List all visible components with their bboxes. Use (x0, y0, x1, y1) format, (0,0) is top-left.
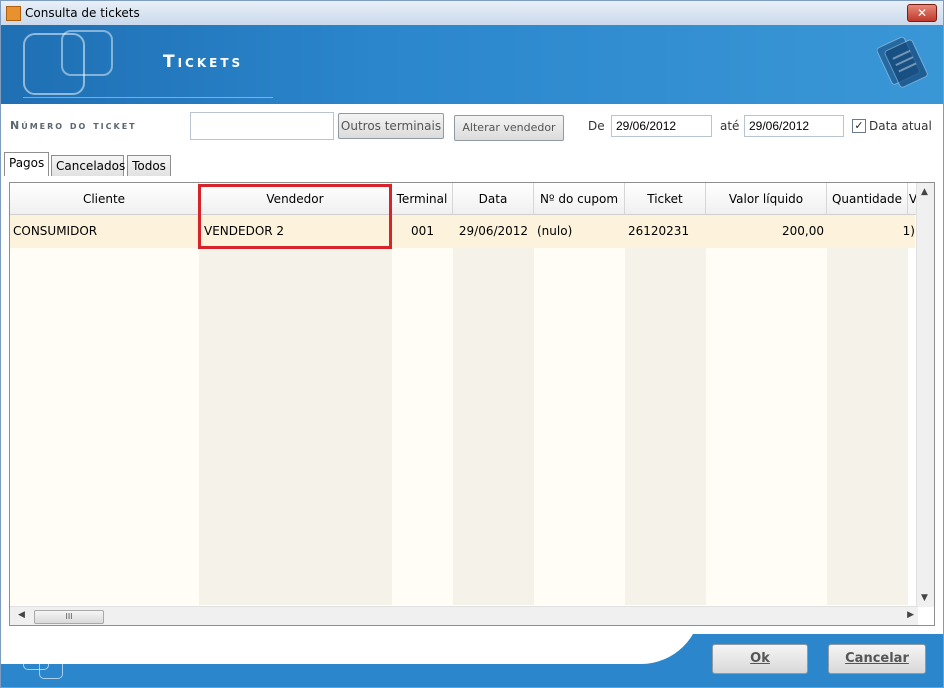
cell-cupom: (nulo) (537, 224, 573, 238)
cell-ticket: 26120231 (628, 224, 690, 238)
column-header-cupom[interactable]: Nº do cupom (534, 183, 625, 215)
other-terminals-button[interactable]: Outros terminais (338, 113, 444, 139)
close-button[interactable]: ✕ (907, 4, 937, 22)
date-from-input[interactable] (611, 115, 712, 137)
ok-button[interactable]: Ok (712, 644, 808, 674)
column-header-terminal[interactable]: Terminal (392, 183, 453, 215)
horizontal-scrollbar[interactable]: ◀ III ▶ (10, 606, 918, 625)
scroll-left-icon[interactable]: ◀ (18, 610, 25, 620)
tab-todos-label: Todos (132, 159, 166, 173)
ticket-number-input[interactable] (190, 112, 334, 140)
column-bg (10, 215, 199, 605)
documents-icon (877, 36, 928, 88)
cell-data: 29/06/2012 (458, 224, 529, 238)
header-banner: Tickets (1, 25, 943, 104)
cell-terminal: 001 (411, 224, 434, 238)
column-header-cliente[interactable]: Cliente (10, 183, 199, 215)
column-header-ticket[interactable]: Ticket (625, 183, 706, 215)
column-header-data[interactable]: Data (453, 183, 534, 215)
current-date-label: Data atual (869, 119, 932, 133)
ticket-number-label: Número do ticket (10, 119, 137, 132)
current-date-checkbox[interactable]: ✓ (852, 119, 866, 133)
cancel-button-label: Cancelar (845, 651, 909, 666)
cancel-button[interactable]: Cancelar (828, 644, 926, 674)
column-header-valor[interactable]: Valor líquido (706, 183, 827, 215)
column-bg (392, 215, 453, 605)
decor-ring-icon (39, 657, 63, 679)
tab-cancelados-label: Cancelados (56, 159, 126, 173)
app-icon (6, 6, 21, 21)
cell-quantidade: 1) (902, 224, 915, 238)
scroll-up-icon[interactable]: ▲ (921, 187, 928, 197)
banner-divider (23, 97, 273, 98)
column-header-vendedor[interactable]: Vendedor (199, 183, 392, 215)
decor-ring-icon (61, 30, 113, 76)
page-title: Tickets (163, 52, 244, 72)
ok-button-label: Ok (750, 651, 770, 666)
scroll-right-icon[interactable]: ▶ (907, 610, 914, 620)
column-bg (199, 215, 392, 605)
tab-pagos[interactable]: Pagos (4, 152, 49, 176)
column-bg (827, 215, 908, 605)
date-from-label: De (588, 119, 605, 133)
scrollbar-thumb[interactable]: III (34, 610, 104, 624)
cell-cliente: CONSUMIDOR (13, 224, 98, 238)
title-bar: Consulta de tickets ✕ (1, 1, 943, 26)
date-to-label: até (720, 119, 740, 133)
tab-pagos-label: Pagos (9, 156, 45, 170)
tickets-grid[interactable]: Cliente Vendedor Terminal Data Nº do cup… (9, 182, 935, 626)
tab-todos[interactable]: Todos (127, 155, 171, 176)
footer-wave (1, 634, 701, 664)
column-header-quantidade[interactable]: Quantidade (827, 183, 908, 215)
window: Consulta de tickets ✕ Tickets Número do … (0, 0, 944, 688)
date-to-input[interactable] (744, 115, 844, 137)
tab-cancelados[interactable]: Cancelados (51, 155, 126, 176)
window-title: Consulta de tickets (25, 6, 140, 20)
vertical-scrollbar[interactable]: ▲ ▼ (916, 183, 934, 607)
column-bg (534, 215, 625, 605)
cell-vendedor: VENDEDOR 2 (204, 224, 285, 238)
column-bg (625, 215, 706, 605)
column-bg (453, 215, 534, 605)
column-bg (706, 215, 827, 605)
change-seller-button[interactable]: Alterar vendedor (454, 115, 564, 141)
cell-valor: 200,00 (782, 224, 824, 238)
scroll-down-icon[interactable]: ▼ (921, 593, 928, 603)
